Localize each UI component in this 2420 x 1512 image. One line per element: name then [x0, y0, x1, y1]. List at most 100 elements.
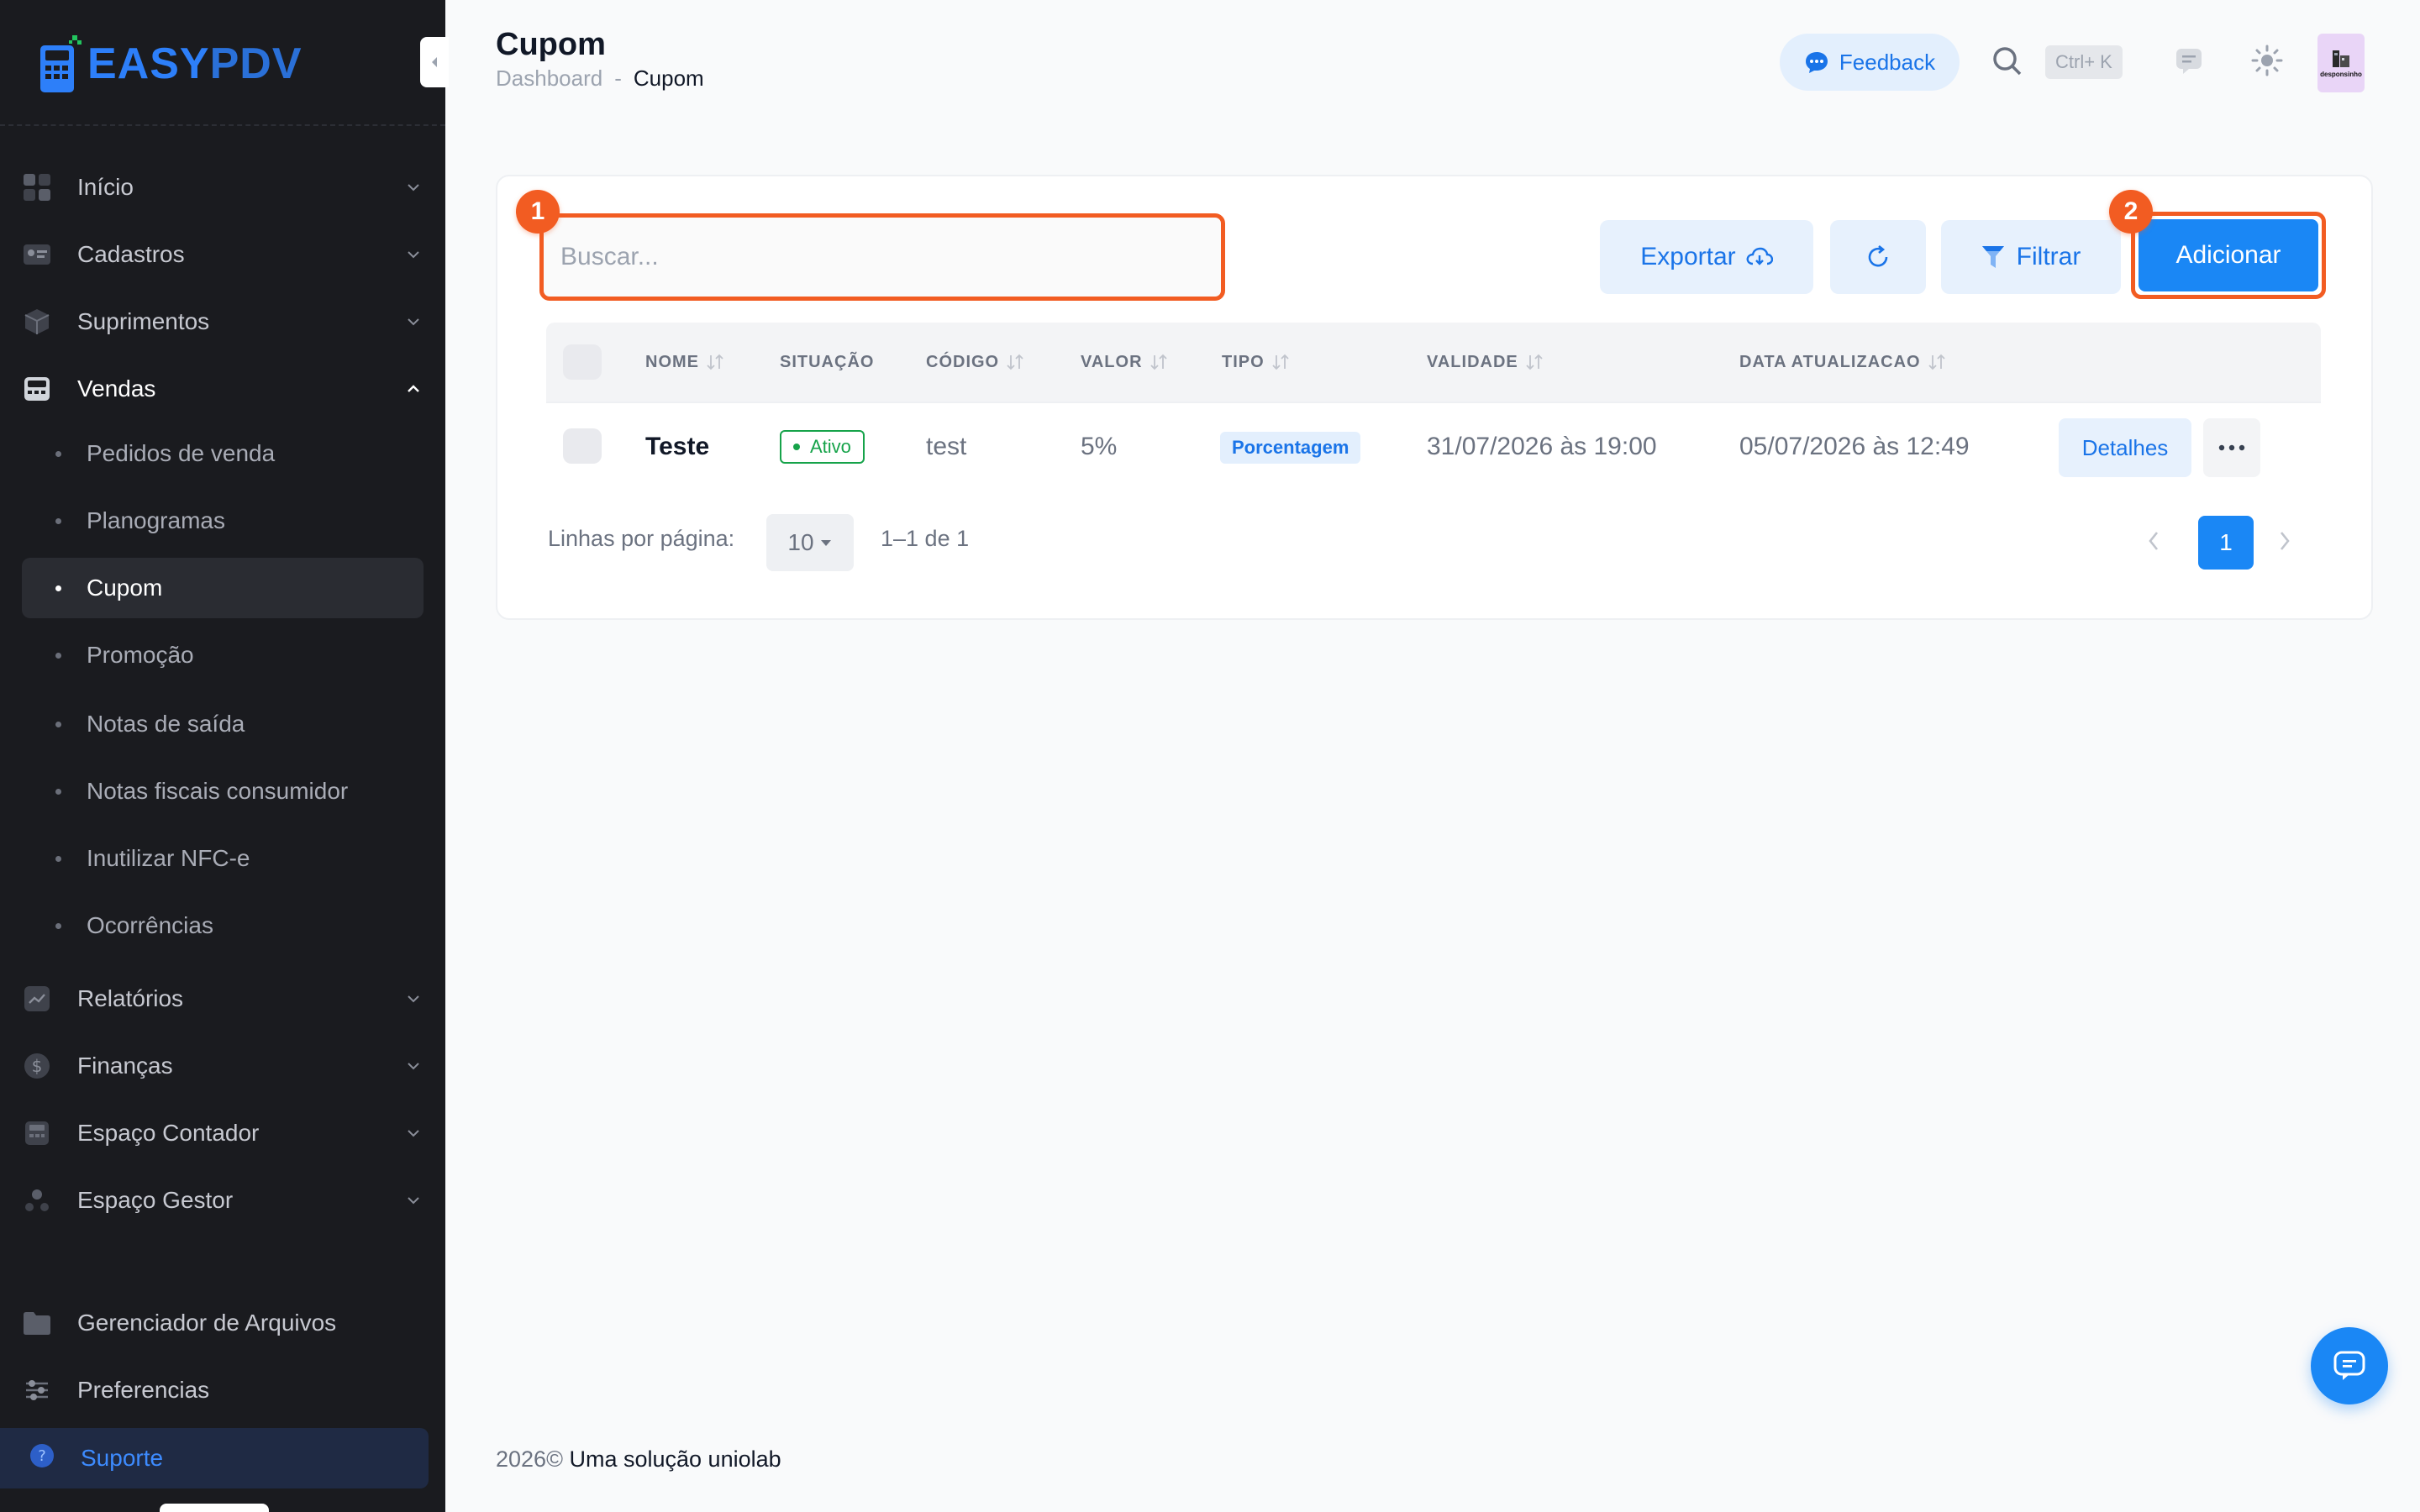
- sidebar-subitem-promocao[interactable]: Promoção: [22, 625, 424, 685]
- breadcrumb-dashboard[interactable]: Dashboard: [496, 66, 602, 92]
- footer: 2026© Uma solução uniolab: [496, 1446, 781, 1473]
- sidebar-divider: [0, 124, 445, 126]
- column-header-nome[interactable]: NOME: [645, 323, 724, 402]
- sidebar-item-suporte[interactable]: ? Suporte: [0, 1428, 429, 1488]
- sidebar-subitem-label: Pedidos de venda: [87, 440, 276, 466]
- previous-page-button[interactable]: [2146, 529, 2161, 557]
- table-row: Teste Ativo test 5% Porcentagem 31/07/20…: [546, 402, 2321, 491]
- chart-icon: [22, 984, 52, 1014]
- chevron-left-icon: [2149, 532, 2159, 550]
- bullet-icon: [55, 450, 61, 457]
- sidebar-subitem-nfc[interactable]: Notas fiscais consumidor: [22, 761, 424, 822]
- chat-bubble-icon: [1805, 52, 1828, 73]
- chevron-down-icon: [403, 1190, 424, 1210]
- column-header-data-atualizacao[interactable]: DATA ATUALIZACAO: [1739, 323, 1946, 402]
- rows-per-page-select[interactable]: 10: [766, 514, 854, 571]
- sidebar-item-vendas[interactable]: Vendas: [22, 360, 424, 418]
- page-button-current[interactable]: 1: [2198, 516, 2254, 570]
- sun-icon[interactable]: [2250, 44, 2284, 81]
- column-header-codigo[interactable]: CÓDIGO: [926, 323, 1024, 402]
- sidebar-item-financas[interactable]: $ Finanças: [22, 1037, 424, 1095]
- sidebar-subitem-notas-saida[interactable]: Notas de saída: [22, 694, 424, 754]
- sidebar-item-relatorios[interactable]: Relatórios: [22, 969, 424, 1028]
- filter-button[interactable]: Filtrar: [1941, 220, 2121, 294]
- sidebar-subitem-ocorrencias[interactable]: Ocorrências: [22, 895, 424, 956]
- refresh-icon: [1868, 244, 1888, 267]
- bullet-icon: [55, 652, 61, 659]
- bullet-icon: [55, 855, 61, 862]
- sort-icon: [1007, 354, 1023, 370]
- select-all-checkbox[interactable]: [563, 344, 602, 380]
- calculator-icon: [22, 1118, 52, 1148]
- feedback-button[interactable]: Feedback: [1780, 34, 1960, 91]
- column-header-validade[interactable]: VALIDADE: [1427, 323, 1544, 402]
- sidebar-item-espaco-contador[interactable]: Espaço Contador: [22, 1104, 424, 1163]
- help-icon: ?: [29, 1442, 55, 1475]
- sidebar-item-inicio[interactable]: Início: [22, 158, 424, 217]
- sidebar-subitem-label: Cupom: [87, 575, 163, 601]
- home-indicator: [160, 1504, 269, 1512]
- search-icon[interactable]: [1991, 45, 2023, 81]
- sidebar-item-gerenciador-arquivos[interactable]: Gerenciador de Arquivos: [22, 1294, 424, 1352]
- svg-text:$: $: [32, 1056, 43, 1076]
- sidebar-item-label: Relatórios: [77, 985, 184, 1011]
- cell-validade: 31/07/2026 às 19:00: [1427, 433, 1657, 460]
- sidebar-item-label: Vendas: [77, 375, 156, 402]
- feedback-label: Feedback: [1839, 49, 1936, 75]
- logo[interactable]: EASYPDV: [39, 30, 302, 97]
- status-badge: Ativo: [780, 430, 865, 464]
- row-checkbox[interactable]: [563, 428, 602, 464]
- chat-fab-button[interactable]: [2311, 1327, 2388, 1404]
- sidebar-collapse-button[interactable]: [420, 37, 449, 87]
- chevron-right-icon: [2280, 532, 2290, 550]
- more-horizontal-icon: [2218, 444, 2245, 451]
- footer-text: Uma solução uniolab: [569, 1446, 781, 1472]
- details-button[interactable]: Detalhes: [2059, 418, 2191, 477]
- cell-valor: 5%: [1081, 433, 1118, 460]
- sidebar-item-label: Cadastros: [77, 241, 185, 267]
- status-label: Ativo: [810, 436, 851, 457]
- search-input[interactable]: [559, 231, 1201, 283]
- refresh-button[interactable]: [1830, 220, 1926, 294]
- sidebar-item-label: Suprimentos: [77, 308, 210, 334]
- add-button[interactable]: Adicionar: [2139, 219, 2318, 291]
- sidebar-subitem-pedidos[interactable]: Pedidos de venda: [22, 423, 424, 484]
- column-label: VALOR: [1081, 352, 1143, 371]
- step-marker-2: 2: [2109, 190, 2153, 234]
- sidebar-item-cadastros[interactable]: Cadastros: [22, 225, 424, 284]
- breadcrumb-current: Cupom: [633, 66, 704, 91]
- funnel-icon: [1981, 246, 2004, 268]
- chevron-down-icon: [403, 1123, 424, 1143]
- chevron-down-icon: [403, 312, 424, 332]
- sidebar-subitem-cupom[interactable]: Cupom: [22, 558, 424, 618]
- type-badge: Porcentagem: [1220, 432, 1361, 464]
- sort-icon: [707, 354, 723, 370]
- export-label: Exportar: [1640, 243, 1736, 270]
- sidebar-subitem-label: Planogramas: [87, 507, 225, 533]
- sidebar-item-suprimentos[interactable]: Suprimentos: [22, 292, 424, 351]
- add-button-highlight: Adicionar: [2131, 212, 2326, 299]
- more-actions-button[interactable]: [2203, 418, 2260, 477]
- sidebar-subitem-inutilizar[interactable]: Inutilizar NFC-e: [22, 828, 424, 889]
- next-page-button[interactable]: [2277, 529, 2292, 557]
- cell-codigo: test: [926, 433, 967, 460]
- box-icon: [22, 307, 52, 337]
- sidebar-item-preferencias[interactable]: Preferencias: [22, 1361, 424, 1420]
- message-icon[interactable]: [2175, 47, 2203, 80]
- column-header-tipo[interactable]: TIPO: [1222, 323, 1290, 402]
- column-header-valor[interactable]: VALOR: [1081, 323, 1168, 402]
- chevron-up-icon: [403, 379, 424, 399]
- pos-terminal-icon: [39, 34, 82, 94]
- sidebar-item-label: Início: [77, 174, 134, 200]
- export-button[interactable]: Exportar: [1600, 220, 1813, 294]
- sidebar-item-espaco-gestor[interactable]: Espaço Gestor: [22, 1171, 424, 1230]
- sort-icon: [1928, 354, 1945, 370]
- sidebar-item-label: Suporte: [81, 1445, 164, 1471]
- pagination-range: 1–1 de 1: [881, 526, 970, 551]
- sidebar-subitem-label: Notas de saída: [87, 711, 245, 737]
- avatar[interactable]: desponsinho: [2317, 34, 2365, 92]
- id-card-icon: [22, 239, 52, 270]
- sidebar-subitem-planogramas[interactable]: Planogramas: [22, 491, 424, 551]
- manager-icon: [22, 1185, 52, 1215]
- bullet-icon: [55, 922, 61, 929]
